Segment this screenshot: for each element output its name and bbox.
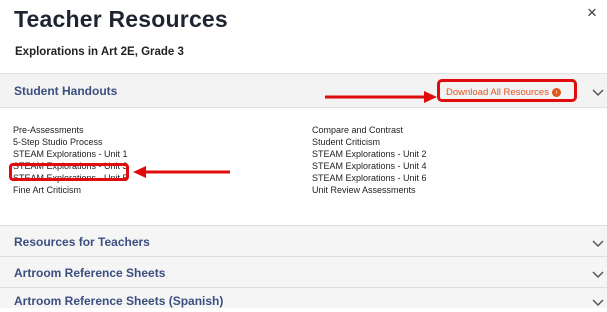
chevron-down-icon[interactable] [592,84,604,102]
page-subtitle: Explorations in Art 2E, Grade 3 [15,46,184,58]
handout-link[interactable]: STEAM Explorations - Unit 1 [13,148,128,160]
handout-link[interactable]: Pre-Assessments [13,124,128,136]
handout-link[interactable]: Fine Art Criticism [13,184,128,196]
section-header-artroom-reference-sheets-spanish[interactable]: Artroom Reference Sheets (Spanish) [0,287,607,308]
section-label: Artroom Reference Sheets (Spanish) [14,294,224,308]
handout-link[interactable]: Student Criticism [312,136,427,148]
close-icon[interactable]: × [587,3,597,23]
chevron-down-icon[interactable] [592,235,604,253]
download-all-label: Download All Resources [446,87,549,98]
handout-link[interactable]: STEAM Explorations - Unit 2 [312,148,427,160]
handouts-right-list: Compare and Contrast Student Criticism S… [312,124,427,196]
highlight-box [9,163,129,181]
handouts-left-list: Pre-Assessments 5-Step Studio Process ST… [13,124,128,196]
section-label: Student Handouts [14,84,118,98]
chevron-down-icon[interactable] [592,266,604,284]
download-circle-icon: › [551,87,561,97]
section-header-resources-for-teachers[interactable]: Resources for Teachers [0,225,607,256]
handout-link[interactable]: Unit Review Assessments [312,184,427,196]
handout-link[interactable]: Compare and Contrast [312,124,427,136]
section-label: Resources for Teachers [14,235,150,249]
section-header-artroom-reference-sheets[interactable]: Artroom Reference Sheets [0,256,607,287]
handout-link[interactable]: STEAM Explorations - Unit 6 [312,172,427,184]
chevron-down-icon[interactable] [592,294,604,312]
page-title: Teacher Resources [14,6,228,32]
section-label: Artroom Reference Sheets [14,266,166,280]
arrow-left-annotation [133,166,230,178]
download-all-button[interactable]: Download All Resources › [437,79,577,102]
handout-link[interactable]: STEAM Explorations - Unit 4 [312,160,427,172]
handout-link[interactable]: 5-Step Studio Process [13,136,128,148]
